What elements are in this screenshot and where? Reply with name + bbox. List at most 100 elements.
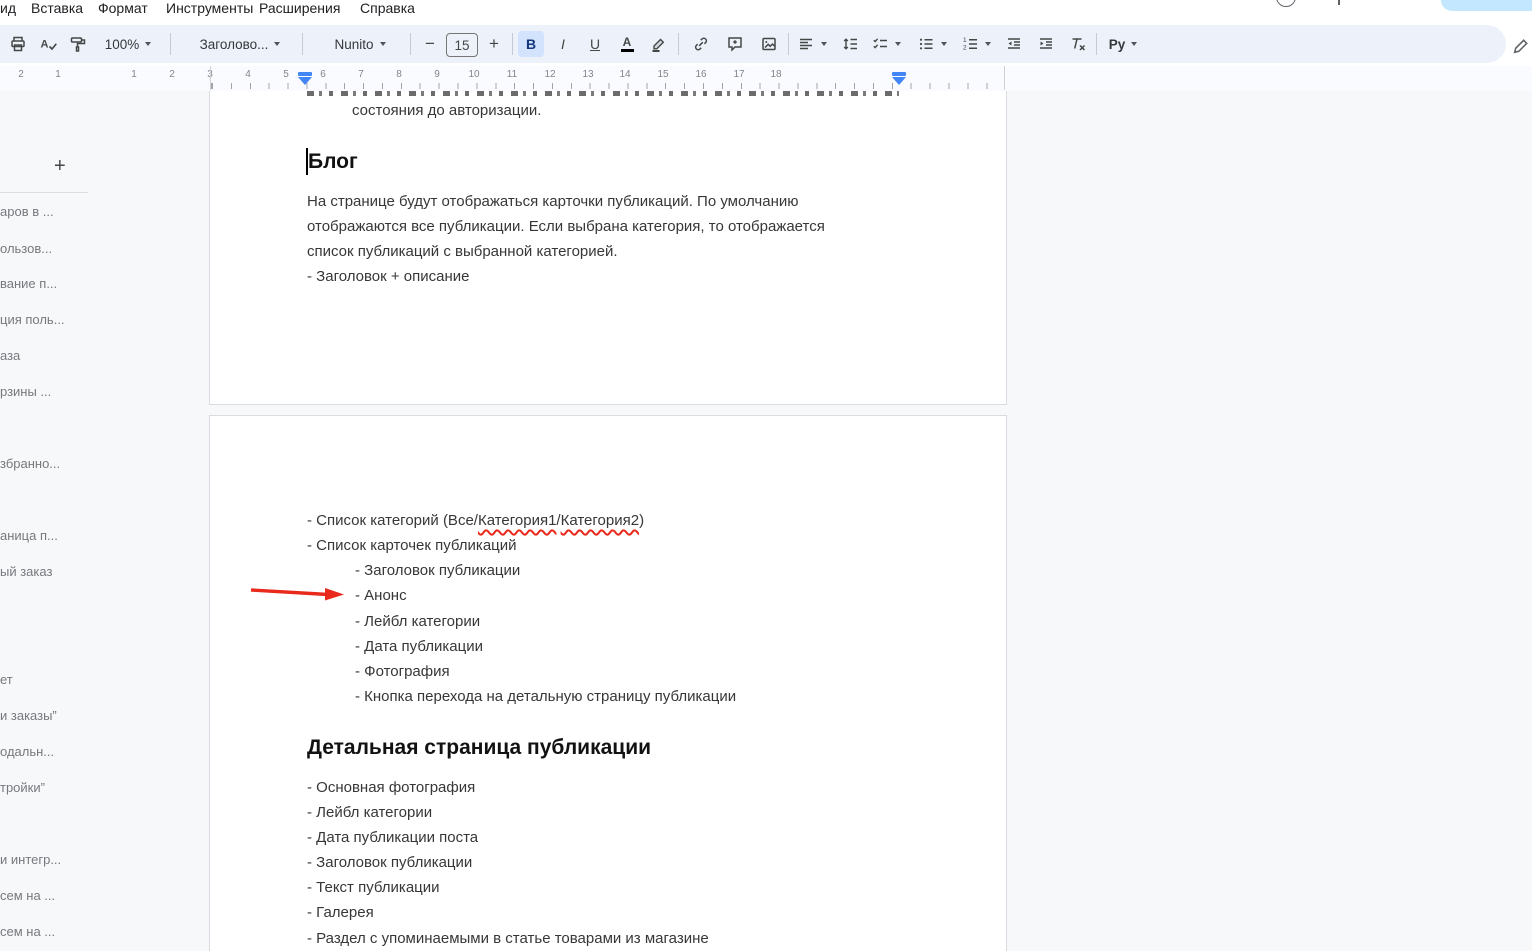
doc-line[interactable]: - Раздел с упоминаемыми в статье товарам…	[307, 929, 709, 949]
outline-item[interactable]: одальн...	[0, 744, 54, 760]
categories-suffix: )	[639, 512, 644, 529]
doc-line[interactable]: - Текст публикации	[307, 878, 440, 898]
spellcheck-button[interactable]: A	[34, 31, 62, 57]
numbered-list-icon: 12	[961, 35, 979, 53]
outline-item[interactable]: тройки”	[0, 780, 45, 796]
outline-item[interactable]: аница п...	[0, 528, 58, 544]
font-select[interactable]: Nunito	[314, 31, 406, 57]
align-left-icon	[797, 35, 815, 53]
highlight-color-button[interactable]	[644, 31, 672, 57]
ruler-number: 4	[238, 69, 258, 80]
decrease-indent-button[interactable]	[1000, 31, 1028, 57]
menu-view-partial[interactable]: ид	[0, 0, 16, 18]
outline-item[interactable]: сем на ...	[0, 888, 55, 904]
doc-line[interactable]: - Дата публикации поста	[307, 828, 478, 848]
numbered-list-button[interactable]: 12	[958, 31, 994, 57]
input-tools-button[interactable]: Pу	[1102, 31, 1144, 57]
insert-link-button[interactable]	[686, 31, 716, 57]
doc-line[interactable]: - Заголовок + описание	[307, 267, 469, 287]
doc-line[interactable]: список публикаций с выбранной категорией…	[307, 242, 618, 262]
ruler-number: 1	[48, 69, 68, 80]
add-comment-button[interactable]	[720, 31, 750, 57]
decrease-font-size-button[interactable]: −	[418, 31, 442, 57]
doc-line[interactable]: - Галерея	[307, 903, 374, 923]
outline-item[interactable]: и заказы”	[0, 708, 57, 724]
toolbar-divider	[788, 33, 789, 55]
checklist-button[interactable]	[868, 31, 904, 57]
print-button[interactable]	[4, 31, 32, 57]
bold-button[interactable]: B	[518, 31, 544, 57]
menu-insert[interactable]: Вставка	[31, 0, 83, 18]
doc-line[interactable]: - Лейбл категории	[355, 612, 480, 632]
insert-image-button[interactable]	[754, 31, 784, 57]
page-right-edge-line	[1004, 66, 1005, 90]
checklist-icon	[871, 35, 889, 53]
ruler-number: 7	[351, 69, 371, 80]
red-annotation-arrow	[248, 582, 348, 604]
menu-help[interactable]: Справка	[360, 0, 415, 18]
doc-line[interactable]: - Заголовок публикации	[307, 853, 472, 873]
indent-icon	[1037, 35, 1055, 53]
outline-item[interactable]: збранно...	[0, 456, 60, 472]
outline-item[interactable]: ет	[0, 672, 13, 688]
right-indent-marker-top[interactable]	[892, 72, 906, 76]
clear-formatting-button[interactable]	[1064, 31, 1092, 57]
ruler-number: 15	[653, 69, 673, 80]
chevron-down-icon	[274, 42, 280, 46]
doc-line[interactable]: На странице будут отображаться карточки …	[307, 192, 798, 212]
doc-heading-detail-page[interactable]: Детальная страница публикации	[307, 735, 651, 761]
doc-line[interactable]: - Список карточек публикаций	[307, 536, 517, 556]
chevron-down-icon	[941, 42, 947, 46]
bulleted-list-button[interactable]	[914, 31, 950, 57]
outline-item[interactable]: аза	[0, 348, 20, 364]
menu-tools[interactable]: Инструменты	[166, 0, 253, 18]
align-button[interactable]	[794, 31, 830, 57]
outline-item[interactable]: вание п...	[0, 276, 57, 292]
doc-line-categories[interactable]: - Список категорий (Все/Категория1/Катег…	[307, 511, 644, 531]
editing-mode-button[interactable]	[1508, 33, 1532, 59]
left-indent-marker[interactable]	[298, 77, 312, 85]
paragraph-style-select[interactable]: Заголово...	[182, 31, 298, 57]
comments-icon[interactable]	[1338, 0, 1340, 5]
font-size-value: 15	[454, 38, 469, 53]
share-button[interactable]	[1441, 0, 1532, 11]
underline-button[interactable]: U	[582, 31, 608, 57]
menu-format[interactable]: Формат	[98, 0, 148, 18]
doc-line[interactable]: - Лейбл категории	[307, 803, 432, 823]
font-size-field[interactable]: 15	[446, 33, 478, 57]
increase-indent-button[interactable]	[1032, 31, 1060, 57]
pencil-icon	[1511, 37, 1530, 56]
ruler-number: 10	[464, 69, 484, 80]
outline-item[interactable]: и интегр...	[0, 852, 61, 868]
paint-format-button[interactable]	[64, 31, 92, 57]
doc-line[interactable]: - Дата публикации	[355, 637, 483, 657]
doc-line[interactable]: - Фотография	[355, 662, 450, 682]
doc-line-anons[interactable]: - Анонс	[355, 586, 407, 606]
line-spacing-button[interactable]	[836, 31, 864, 57]
italic-button[interactable]: I	[550, 31, 576, 57]
doc-line[interactable]: - Кнопка перехода на детальную страницу …	[355, 687, 736, 707]
increase-font-size-button[interactable]: +	[482, 31, 506, 57]
outline-item[interactable]: ция поль...	[0, 312, 65, 328]
outline-item[interactable]: сем на ...	[0, 924, 55, 940]
outline-item[interactable]: аров в ...	[0, 204, 54, 220]
spellcheck-icon: A	[39, 35, 57, 53]
zoom-select[interactable]: 100%	[96, 31, 160, 57]
text-color-button[interactable]: A	[614, 31, 640, 57]
doc-line[interactable]: состояния до авторизации.	[352, 101, 541, 121]
document-page-1[interactable]	[209, 70, 1007, 405]
outline-item[interactable]: ользов...	[0, 241, 52, 257]
doc-line[interactable]: - Заголовок публикации	[355, 561, 520, 581]
doc-line[interactable]: отображаются все публикации. Если выбран…	[307, 217, 825, 237]
line-spacing-icon	[841, 35, 859, 53]
ruler-number: 2	[11, 69, 31, 80]
outline-add-button[interactable]: +	[54, 156, 66, 176]
first-line-indent-marker[interactable]	[298, 72, 312, 76]
outline-item[interactable]: ый заказ	[0, 564, 52, 580]
outline-item[interactable]: рзины ...	[0, 384, 51, 400]
doc-heading-blog[interactable]: Блог	[308, 149, 358, 175]
menu-extensions[interactable]: Расширения	[259, 0, 340, 18]
doc-line[interactable]: - Основная фотография	[307, 778, 475, 798]
right-indent-marker[interactable]	[892, 77, 906, 85]
plus-icon: +	[489, 34, 499, 54]
